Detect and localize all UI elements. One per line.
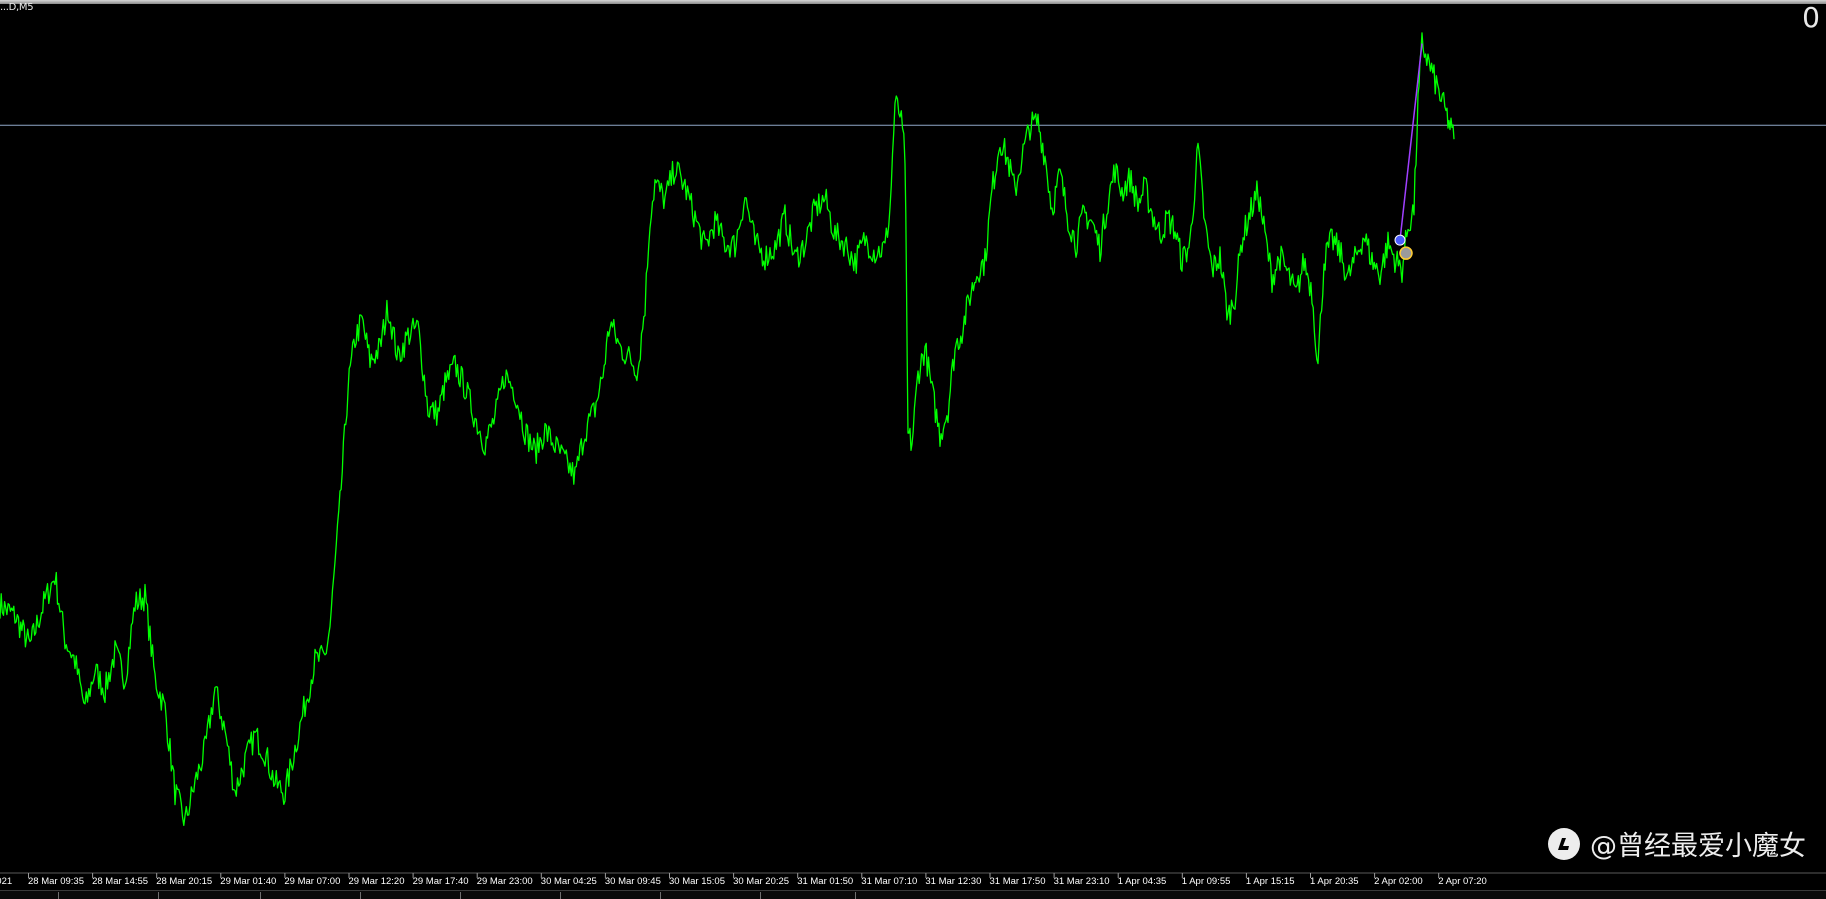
tab-divider <box>360 892 361 899</box>
x-tick-label: 2 Apr 02:00 <box>1374 876 1423 887</box>
x-tick-label: 29 Mar 17:40 <box>413 876 469 887</box>
x-axis: 2021 28 Mar 09:35 28 Mar 14:55 28 Mar 20:15… <box>0 872 1826 887</box>
x-tick-label: 30 Mar 09:45 <box>605 876 661 887</box>
trade-exit-marker[interactable] <box>1399 246 1413 260</box>
x-tick-label: 30 Mar 20:25 <box>733 876 789 887</box>
watermark: @曾经最爱小魔女 <box>1548 824 1806 863</box>
x-tick-label: 29 Mar 01:40 <box>220 876 276 887</box>
x-tick-label: 1 Apr 04:35 <box>1118 876 1167 887</box>
x-tick-label: 1 Apr 20:35 <box>1310 876 1359 887</box>
tab-divider <box>855 892 856 899</box>
x-tick-label: 31 Mar 17:50 <box>990 876 1046 887</box>
x-tick-label: 31 Mar 23:10 <box>1054 876 1110 887</box>
x-tick-label: 28 Mar 09:35 <box>28 876 84 887</box>
x-tick-label: 29 Mar 23:00 <box>477 876 533 887</box>
series-layer <box>0 32 1455 827</box>
trade-entry-marker[interactable] <box>1394 234 1406 246</box>
x-tick-label: 30 Mar 15:05 <box>669 876 725 887</box>
watermark-logo-icon <box>1548 827 1580 860</box>
tab-divider <box>560 892 561 899</box>
trend-segment <box>1399 43 1423 241</box>
x-tick-label: 1 Apr 09:55 <box>1182 876 1231 887</box>
tab-divider <box>460 892 461 899</box>
x-tick-label: 2 Apr 07:20 <box>1438 876 1487 887</box>
x-tick-label: 28 Mar 14:55 <box>92 876 148 887</box>
tab-divider <box>760 892 761 899</box>
tab-divider <box>660 892 661 899</box>
x-tick-label: 28 Mar 20:15 <box>156 876 212 887</box>
tab-divider <box>260 892 261 899</box>
watermark-text: @曾经最爱小魔女 <box>1590 831 1806 862</box>
x-tick-label: 29 Mar 12:20 <box>349 876 405 887</box>
bottom-tab-bar <box>0 890 1826 899</box>
x-tick-label: 31 Mar 12:30 <box>925 876 981 887</box>
price-chart[interactable]: 2021 28 Mar 09:35 28 Mar 14:55 28 Mar 20:15… <box>0 0 1826 899</box>
x-tick-label: 31 Mar 07:10 <box>861 876 917 887</box>
x-tick-label: 29 Mar 07:00 <box>284 876 340 887</box>
tab-divider <box>158 892 159 899</box>
x-tick-label: 1 Apr 15:15 <box>1246 876 1295 887</box>
x-tick-label: 31 Mar 01:50 <box>797 876 853 887</box>
x-tick-label: 30 Mar 04:25 <box>541 876 597 887</box>
chart-window: ...D,M5 0 202128 Mar 09:3528 Mar 14:5528… <box>0 0 1826 899</box>
x-tick-label: 2021 <box>0 876 12 887</box>
price-series-line <box>0 32 1455 827</box>
tab-divider <box>58 892 59 899</box>
